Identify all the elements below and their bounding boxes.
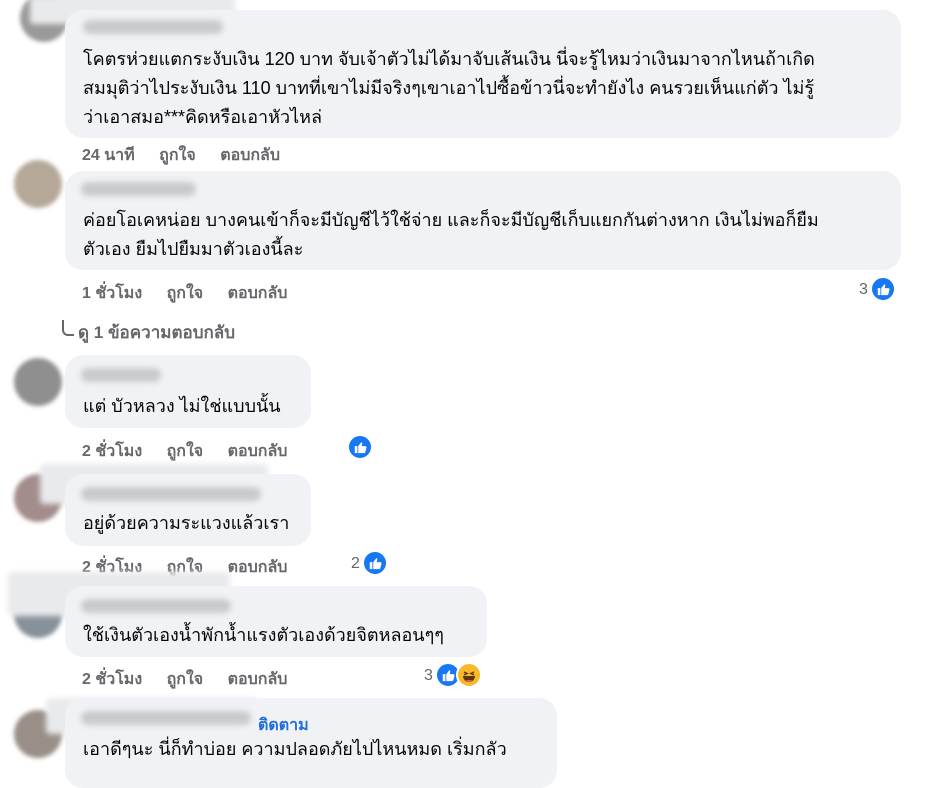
like-button[interactable]: ถูกใจ	[159, 143, 196, 168]
commenter-name[interactable]	[83, 20, 223, 34]
comment-meta: 2 ชั่วโมง ถูกใจ ตอบกลับ	[82, 439, 287, 464]
avatar[interactable]	[14, 160, 62, 208]
reply-button[interactable]: ตอบกลับ	[220, 143, 280, 168]
commenter-name[interactable]	[81, 368, 161, 382]
like-icon[interactable]	[870, 276, 896, 302]
reply-button[interactable]: ตอบกลับ	[228, 667, 288, 692]
comment-text-line: ใช้เงินตัวเองน้ำพักน้ำแรงตัวเองด้วยจิตหล…	[83, 625, 444, 645]
reaction-count[interactable]: 3	[424, 667, 433, 685]
like-button[interactable]: ถูกใจ	[167, 439, 204, 464]
commenter-name[interactable]	[81, 487, 261, 501]
comment-text-line: โคตรห่วยแตกระงับเงิน 120 บาท จับเจ้าตัวไ…	[83, 49, 815, 69]
comment-meta: 24 นาที ถูกใจ ตอบกลับ	[82, 143, 280, 168]
reaction-count[interactable]: 2	[351, 555, 360, 573]
comment-text-line: แต่ บัวหลวง ไม่ใช่แบบนั้น	[83, 396, 281, 416]
haha-icon[interactable]	[456, 662, 482, 688]
comment-meta: 1 ชั่วโมง ถูกใจ ตอบกลับ	[82, 281, 287, 306]
view-replies-link[interactable]: ดู 1 ข้อความตอบกลับ	[78, 319, 235, 346]
timestamp[interactable]: 1 ชั่วโมง	[82, 281, 142, 306]
reply-button[interactable]: ตอบกลับ	[228, 439, 288, 464]
like-button[interactable]: ถูกใจ	[167, 281, 204, 306]
comment-text-line: ตัวเอง ยืมไปยืมมาตัวเองนี้ละ	[83, 239, 304, 259]
comment-text-line: สมมุติว่าไประงับเงิน 110 บาทที่เขาไม่มีจ…	[83, 78, 815, 98]
commenter-name[interactable]	[81, 711, 251, 725]
comment-text-line: ว่าเอาสมอ***คิดหรือเอาหัวไหล่	[83, 107, 323, 127]
reply-arrow-icon	[62, 320, 74, 336]
like-icon[interactable]	[362, 550, 388, 576]
comment-text-line: ค่อยโอเคหน่อย บางคนเข้าก็จะมีบัญชีไว้ใช้…	[83, 210, 819, 230]
reply-button[interactable]: ตอบกลับ	[228, 281, 288, 306]
timestamp[interactable]: 24 นาที	[82, 143, 135, 168]
comment-meta: 2 ชั่วโมง ถูกใจ ตอบกลับ	[82, 667, 287, 692]
avatar[interactable]	[14, 358, 62, 406]
comment-text-line: อยู่ด้วยความระแวงแล้วเรา	[83, 513, 290, 533]
commenter-name[interactable]	[81, 182, 196, 196]
like-icon[interactable]	[347, 434, 373, 460]
like-button[interactable]: ถูกใจ	[167, 667, 204, 692]
timestamp[interactable]: 2 ชั่วโมง	[82, 439, 142, 464]
reply-button[interactable]: ตอบกลับ	[228, 555, 288, 580]
reaction-count[interactable]: 3	[859, 281, 868, 299]
commenter-name[interactable]	[81, 599, 231, 613]
comment-text-line: เอาดีๆนะ นี่ก็ทำบ่อย ความปลอดภัยไปไหนหมด…	[83, 739, 507, 759]
timestamp[interactable]: 2 ชั่วโมง	[82, 667, 142, 692]
